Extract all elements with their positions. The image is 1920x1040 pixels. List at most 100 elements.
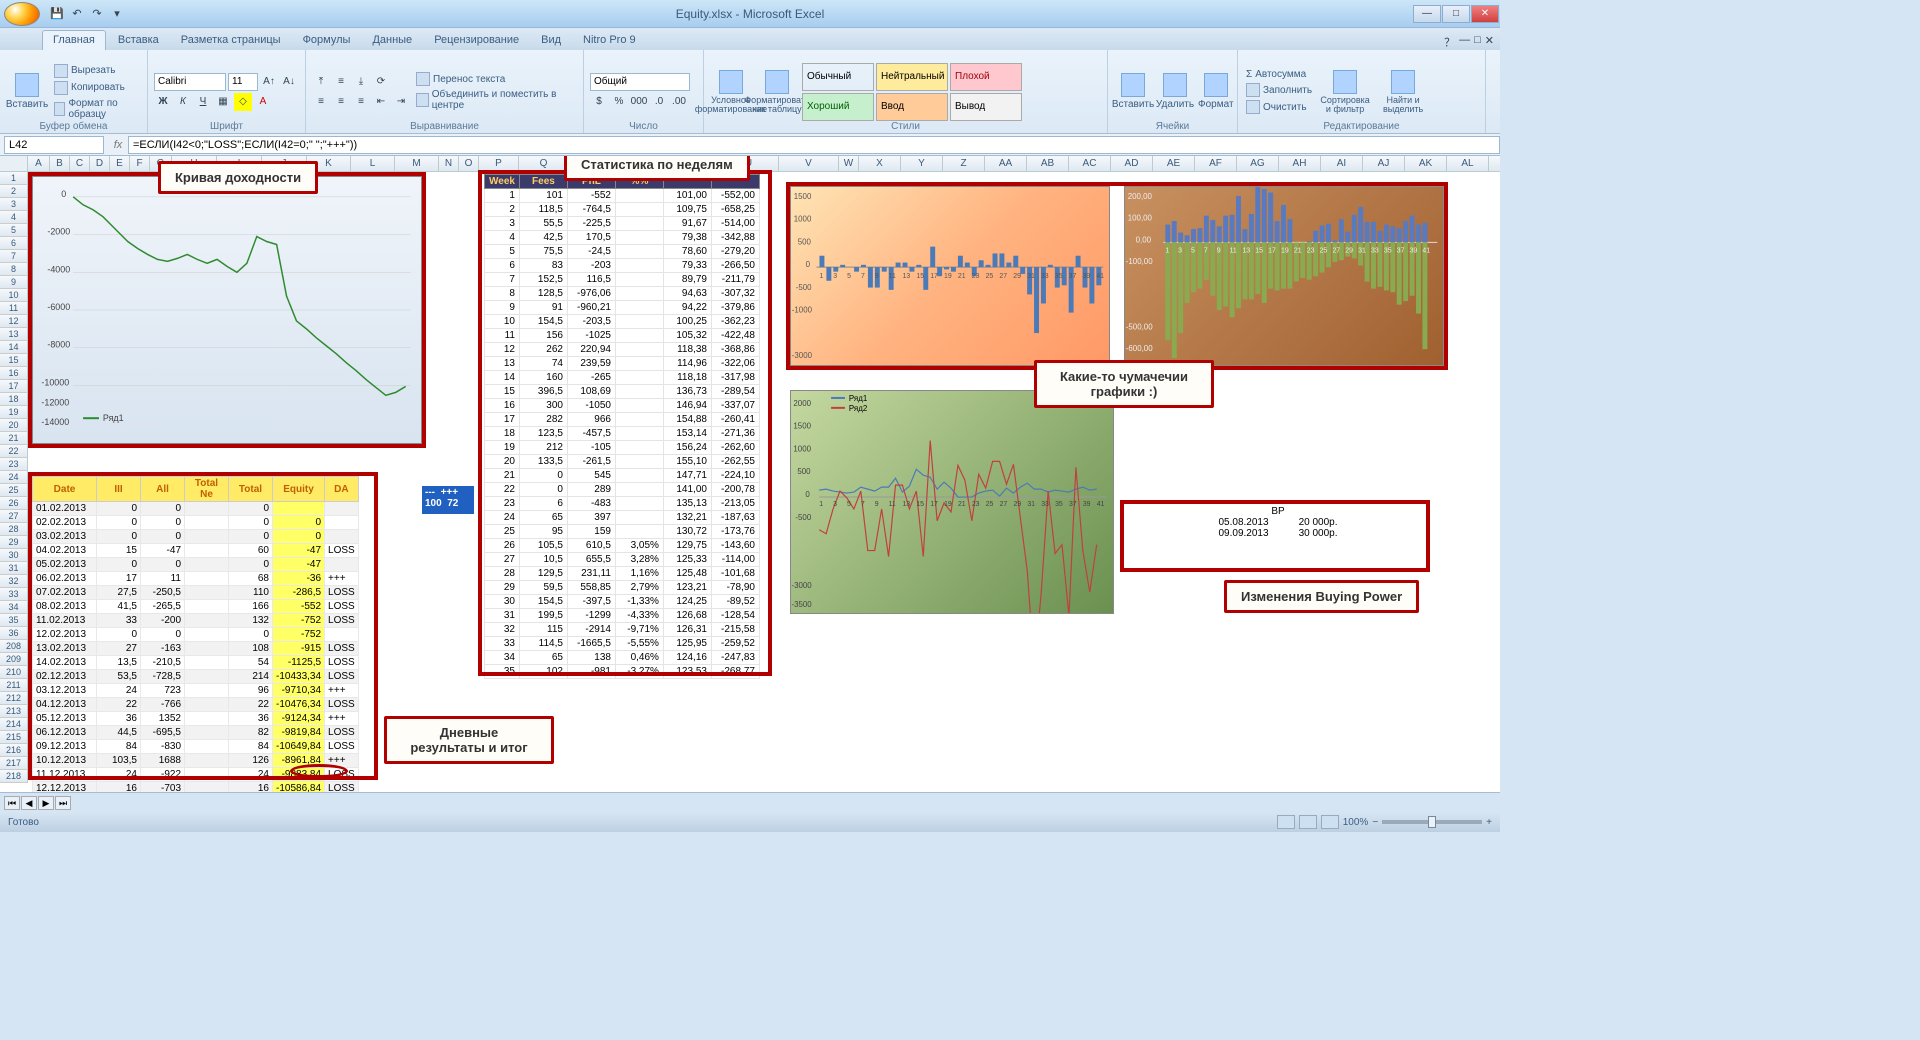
weekly-stats-table[interactable]: WeekFeesPnL%% 1101-552101,00-552,002118,… — [484, 174, 760, 679]
font-size-combo[interactable] — [228, 73, 258, 91]
row-header[interactable]: 6 — [0, 237, 28, 250]
tab-data[interactable]: Данные — [362, 31, 422, 50]
row-header[interactable]: 209 — [0, 653, 28, 666]
clear-button[interactable]: Очистить — [1244, 99, 1314, 115]
col-header[interactable]: F — [130, 156, 150, 171]
indent-inc-button[interactable]: ⇥ — [392, 93, 410, 111]
view-break-button[interactable] — [1321, 815, 1339, 829]
col-header[interactable]: Q — [519, 156, 569, 171]
formula-input[interactable] — [128, 136, 1500, 154]
underline-button[interactable]: Ч — [194, 93, 212, 111]
row-header[interactable]: 26 — [0, 497, 28, 510]
orientation-button[interactable]: ⟳ — [372, 73, 390, 91]
row-header[interactable]: 18 — [0, 393, 28, 406]
wrap-text-button[interactable]: Перенос текста — [414, 71, 577, 87]
row-header[interactable]: 28 — [0, 523, 28, 536]
row-header[interactable]: 210 — [0, 666, 28, 679]
line-chart-2[interactable]: 2000150010005000-500-3000-3500 Ряд1 Ряд2… — [790, 390, 1114, 614]
row-header[interactable]: 4 — [0, 211, 28, 224]
row-header[interactable]: 35 — [0, 614, 28, 627]
redo-icon[interactable]: ↷ — [88, 5, 106, 23]
style-bad[interactable]: Плохой — [950, 63, 1022, 91]
row-header[interactable]: 9 — [0, 276, 28, 289]
col-header[interactable]: B — [50, 156, 70, 171]
row-header[interactable]: 5 — [0, 224, 28, 237]
row-header[interactable]: 8 — [0, 263, 28, 276]
col-header[interactable]: AE — [1153, 156, 1195, 171]
col-header[interactable]: AF — [1195, 156, 1237, 171]
row-header[interactable]: 214 — [0, 718, 28, 731]
row-header[interactable]: 218 — [0, 770, 28, 783]
col-header[interactable]: AC — [1069, 156, 1111, 171]
row-header[interactable]: 16 — [0, 367, 28, 380]
col-header[interactable]: AA — [985, 156, 1027, 171]
row-header[interactable]: 7 — [0, 250, 28, 263]
ribbon-min-icon[interactable]: — — [1459, 34, 1470, 50]
percent-button[interactable]: % — [610, 93, 628, 111]
tab-view[interactable]: Вид — [531, 31, 571, 50]
inc-decimal-button[interactable]: .0 — [650, 93, 668, 111]
row-header[interactable]: 1 — [0, 172, 28, 185]
col-header[interactable]: AG — [1237, 156, 1279, 171]
row-header[interactable]: 36 — [0, 627, 28, 640]
row-header[interactable]: 208 — [0, 640, 28, 653]
tab-home[interactable]: Главная — [42, 30, 106, 50]
col-header[interactable]: C — [70, 156, 90, 171]
select-all-corner[interactable] — [0, 156, 28, 171]
row-header[interactable]: 33 — [0, 588, 28, 601]
row-header[interactable]: 2 — [0, 185, 28, 198]
maximize-button[interactable]: □ — [1442, 5, 1470, 23]
sheet-nav-first[interactable]: ⏮ — [4, 796, 20, 810]
tab-nitro[interactable]: Nitro Pro 9 — [573, 31, 646, 50]
row-header[interactable]: 20 — [0, 419, 28, 432]
ribbon-close-icon[interactable]: ✕ — [1485, 34, 1494, 50]
align-center-button[interactable]: ≡ — [332, 93, 350, 111]
name-box[interactable] — [4, 136, 104, 154]
office-button[interactable] — [4, 2, 40, 26]
tab-layout[interactable]: Разметка страницы — [171, 31, 291, 50]
help-icon[interactable]: ？ — [1444, 34, 1455, 50]
shrink-font-icon[interactable]: A↓ — [280, 73, 298, 91]
col-header[interactable]: AB — [1027, 156, 1069, 171]
style-neutral[interactable]: Нейтральный — [876, 63, 948, 91]
italic-button[interactable]: К — [174, 93, 192, 111]
row-header[interactable]: 24 — [0, 471, 28, 484]
tab-formulas[interactable]: Формулы — [293, 31, 361, 50]
merge-center-button[interactable]: Объединить и поместить в центре — [414, 88, 577, 112]
qat-more-icon[interactable]: ▾ — [108, 5, 126, 23]
row-header[interactable]: 11 — [0, 302, 28, 315]
row-header[interactable]: 30 — [0, 549, 28, 562]
bold-button[interactable]: Ж — [154, 93, 172, 111]
sheet-nav-next[interactable]: ▶ — [38, 796, 54, 810]
autosum-button[interactable]: Σ Автосумма — [1244, 68, 1314, 81]
align-left-button[interactable]: ≡ — [312, 93, 330, 111]
zoom-in-button[interactable]: + — [1486, 817, 1492, 828]
style-good[interactable]: Хороший — [802, 93, 874, 121]
row-header[interactable]: 215 — [0, 731, 28, 744]
fx-icon[interactable]: fx — [108, 139, 128, 151]
number-format-combo[interactable] — [590, 73, 690, 91]
row-header[interactable]: 31 — [0, 562, 28, 575]
format-table-button[interactable]: Форматировать как таблицу — [756, 60, 798, 124]
col-header[interactable]: N — [439, 156, 459, 171]
row-header[interactable]: 25 — [0, 484, 28, 497]
paste-button[interactable]: Вставить — [6, 60, 48, 124]
style-output[interactable]: Вывод — [950, 93, 1022, 121]
row-header[interactable]: 10 — [0, 289, 28, 302]
worksheet-grid[interactable]: ABCDEFGHIJKLMNOPQRSTUVWXYZAAABACADAEAFAG… — [0, 156, 1500, 792]
cut-button[interactable]: Вырезать — [52, 63, 141, 79]
col-header[interactable]: X — [859, 156, 901, 171]
row-header[interactable]: 15 — [0, 354, 28, 367]
col-header[interactable]: A — [28, 156, 50, 171]
row-header[interactable]: 21 — [0, 432, 28, 445]
row-header[interactable]: 27 — [0, 510, 28, 523]
row-header[interactable]: 217 — [0, 757, 28, 770]
align-bot-button[interactable]: ⤓ — [352, 73, 370, 91]
row-header[interactable]: 13 — [0, 328, 28, 341]
bar-chart-1[interactable]: 150010005000-500-1000-3000 1357911131517… — [790, 186, 1110, 366]
currency-button[interactable]: $ — [590, 93, 608, 111]
style-normal[interactable]: Обычный — [802, 63, 874, 91]
col-header[interactable]: AI — [1321, 156, 1363, 171]
zoom-out-button[interactable]: − — [1372, 817, 1378, 828]
sort-filter-button[interactable]: Сортировка и фильтр — [1318, 60, 1372, 124]
